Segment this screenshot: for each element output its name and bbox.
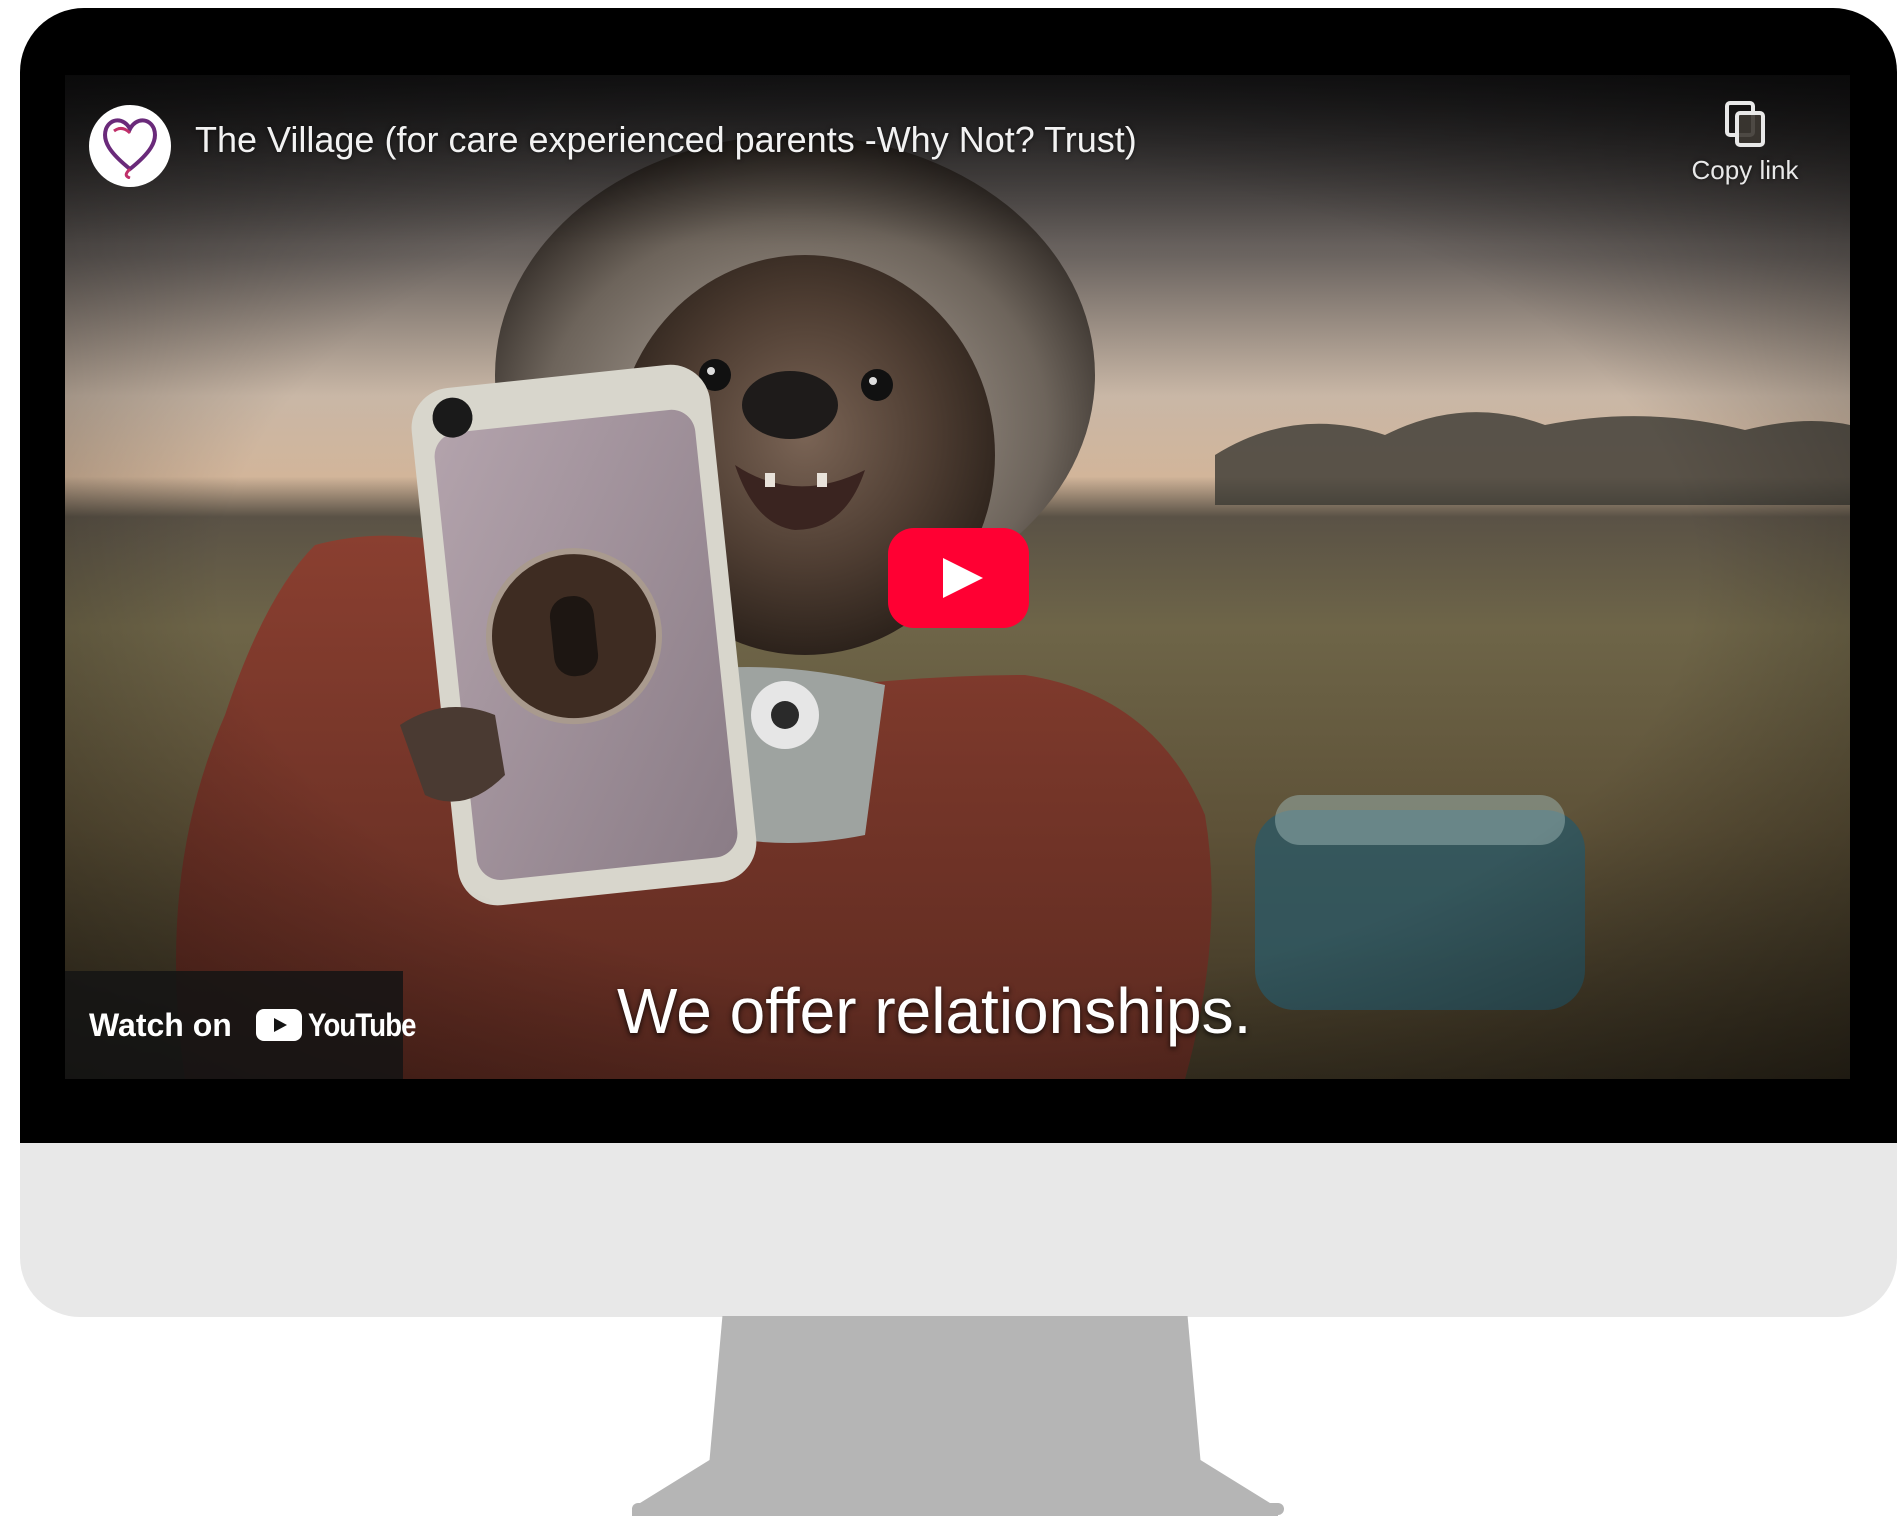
heart-logo-icon (103, 118, 157, 179)
youtube-logo-icon (255, 1009, 302, 1041)
monitor-mockup: The Village (for care experienced parent… (0, 0, 1898, 1520)
copy-link-button[interactable]: Copy link (1675, 101, 1815, 201)
copy-link-label: Copy link (1691, 155, 1799, 185)
video-title[interactable]: The Village (for care experienced parent… (195, 119, 1137, 161)
monitor-stand-neck (632, 1316, 1278, 1516)
watch-on-label: Watch on (89, 1006, 232, 1043)
watch-on-youtube-button[interactable]: Watch on YouTube (65, 971, 416, 1079)
channel-avatar[interactable] (89, 105, 171, 187)
copy-icon (1725, 101, 1765, 147)
youtube-wordmark: YouTube (307, 1006, 416, 1043)
monitor-stand-base (632, 1503, 1284, 1515)
youtube-logo: YouTube (255, 1006, 433, 1044)
video-caption: We offer relationships. (617, 975, 1252, 1047)
monitor-chin (20, 1143, 1897, 1317)
play-button[interactable] (888, 528, 1029, 628)
youtube-embed-player[interactable]: The Village (for care experienced parent… (65, 75, 1850, 1079)
